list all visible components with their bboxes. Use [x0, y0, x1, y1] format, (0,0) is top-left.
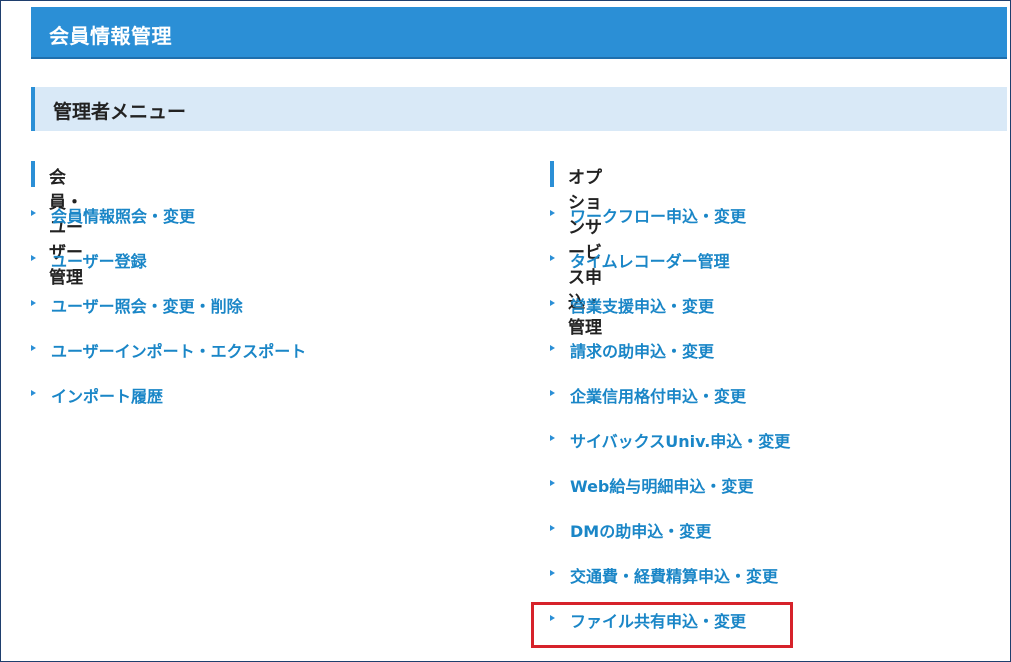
workflow-link[interactable]: ワークフロー申込・変更 — [570, 203, 746, 227]
screenshot-frame: 会員情報管理 管理者メニュー 会員・ユーザー管理 会員情報照会・変更 ユーザー登… — [0, 0, 1011, 662]
option-service-section: オプションサービス申込・管理 ワークフロー申込・変更 タイムレコーダー管理 営業… — [550, 161, 790, 653]
list-item: ユーザーインポート・エクスポート — [31, 338, 306, 383]
list-item: ユーザー照会・変更・削除 — [31, 293, 243, 338]
sales-support-link[interactable]: 営業支援申込・変更 — [570, 293, 714, 317]
bullet-arrow-icon — [550, 480, 555, 486]
bullet-arrow-icon — [550, 525, 555, 531]
member-user-management-section: 会員・ユーザー管理 会員情報照会・変更 ユーザー登録 ユーザー照会・変更・削除 … — [31, 161, 306, 428]
cybox-univ-link[interactable]: サイバックスUniv.申込・変更 — [570, 428, 790, 452]
list-item: 会員情報照会・変更 — [31, 203, 195, 248]
bullet-arrow-icon — [550, 210, 555, 216]
import-history-link[interactable]: インポート履歴 — [51, 383, 163, 407]
bullet-arrow-icon — [550, 345, 555, 351]
billing-helper-link[interactable]: 請求の助申込・変更 — [570, 338, 714, 362]
web-payslip-link[interactable]: Web給与明細申込・変更 — [570, 473, 753, 497]
list-item: Web給与明細申込・変更 — [550, 473, 753, 518]
list-item: ワークフロー申込・変更 — [550, 203, 746, 248]
member-info-inquiry-link[interactable]: 会員情報照会・変更 — [51, 203, 195, 227]
admin-menu-title: 管理者メニュー — [53, 101, 187, 123]
list-item: ユーザー登録 — [31, 248, 147, 293]
list-item: サイバックスUniv.申込・変更 — [550, 428, 790, 473]
list-item: DMの助申込・変更 — [550, 518, 711, 563]
option-service-links: ワークフロー申込・変更 タイムレコーダー管理 営業支援申込・変更 請求の助申込・… — [550, 203, 790, 653]
admin-menu-header: 管理者メニュー — [31, 87, 1007, 131]
expense-settlement-link[interactable]: 交通費・経費精算申込・変更 — [570, 563, 778, 587]
bullet-arrow-icon — [31, 255, 36, 261]
bullet-arrow-icon — [550, 390, 555, 396]
credit-rating-link[interactable]: 企業信用格付申込・変更 — [570, 383, 746, 407]
bullet-arrow-icon — [31, 390, 36, 396]
user-inquiry-link[interactable]: ユーザー照会・変更・削除 — [51, 293, 243, 317]
bullet-arrow-icon — [31, 345, 36, 351]
bullet-arrow-icon — [31, 210, 36, 216]
user-registration-link[interactable]: ユーザー登録 — [51, 248, 147, 272]
section-heading: 会員・ユーザー管理 — [31, 161, 83, 288]
list-item: タイムレコーダー管理 — [550, 248, 730, 293]
list-item: 企業信用格付申込・変更 — [550, 383, 746, 428]
member-user-links: 会員情報照会・変更 ユーザー登録 ユーザー照会・変更・削除 ユーザーインポート・… — [31, 203, 306, 428]
list-item: 営業支援申込・変更 — [550, 293, 714, 338]
list-item: 請求の助申込・変更 — [550, 338, 714, 383]
bullet-arrow-icon — [550, 570, 555, 576]
section-heading: オプションサービス申込・管理 — [550, 161, 602, 338]
bullet-arrow-icon — [550, 435, 555, 441]
bullet-arrow-icon — [550, 300, 555, 306]
list-item: インポート履歴 — [31, 383, 163, 428]
dm-helper-link[interactable]: DMの助申込・変更 — [570, 518, 711, 542]
page-header: 会員情報管理 — [31, 7, 1007, 59]
page-title: 会員情報管理 — [49, 24, 172, 48]
highlight-box — [531, 602, 793, 648]
user-import-export-link[interactable]: ユーザーインポート・エクスポート — [51, 338, 306, 362]
time-recorder-link[interactable]: タイムレコーダー管理 — [570, 248, 730, 272]
bullet-arrow-icon — [550, 255, 555, 261]
bullet-arrow-icon — [31, 300, 36, 306]
